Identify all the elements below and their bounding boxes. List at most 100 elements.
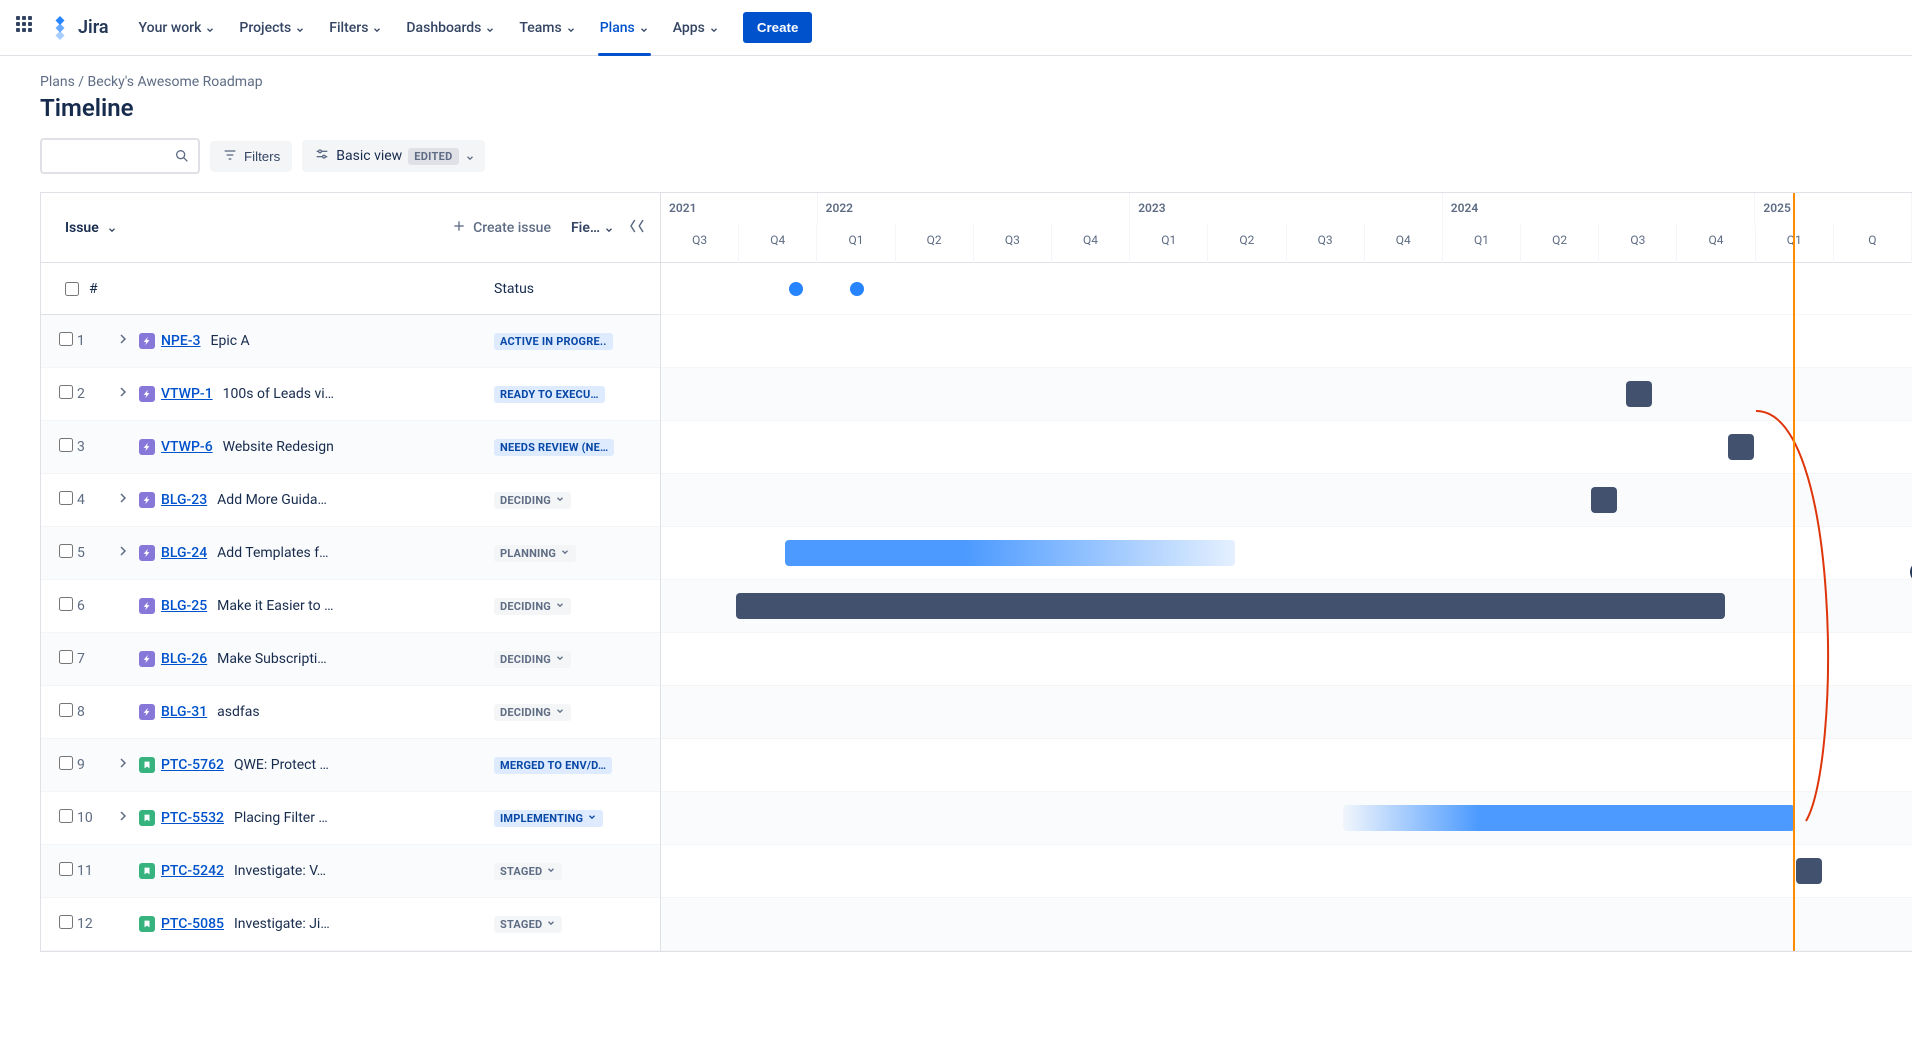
fields-dropdown[interactable]: Fie… [571, 220, 614, 236]
status-column-header: Status [490, 281, 660, 297]
breadcrumb-plan-name[interactable]: Becky's Awesome Roadmap [88, 74, 263, 90]
nav-apps[interactable]: Apps [663, 12, 729, 44]
row-checkbox[interactable] [59, 915, 73, 929]
issue-summary: QWE: Protect … [234, 757, 482, 773]
row-checkbox[interactable] [59, 491, 73, 505]
issue-summary: Make Subscripti… [217, 651, 482, 667]
status-lozenge[interactable]: NEEDS REVIEW (NE… [494, 439, 614, 456]
table-row: 4 BLG-23 Add More Guida… DECIDING [41, 474, 660, 527]
issue-key-link[interactable]: PTC-5532 [161, 810, 224, 826]
chevron-down-icon [604, 223, 614, 233]
nav-your-work[interactable]: Your work [129, 12, 226, 44]
row-checkbox[interactable] [59, 438, 73, 452]
row-checkbox[interactable] [59, 809, 73, 823]
chevron-down-icon [587, 812, 597, 825]
story-icon [139, 810, 161, 826]
row-checkbox[interactable] [59, 597, 73, 611]
timeline-body [661, 263, 1912, 951]
release-marker[interactable] [850, 282, 864, 296]
row-checkbox[interactable] [59, 756, 73, 770]
issue-key-link[interactable]: BLG-24 [161, 545, 207, 561]
chevron-down-icon [566, 23, 576, 33]
row-number: 6 [77, 598, 117, 614]
row-checkbox[interactable] [59, 385, 73, 399]
status-lozenge[interactable]: PLANNING [494, 545, 576, 562]
row-checkbox[interactable] [59, 650, 73, 664]
status-lozenge[interactable]: READY TO EXECU… [494, 386, 605, 403]
chevron-down-icon [555, 706, 565, 719]
status-lozenge[interactable]: MERGED TO ENV/D… [494, 757, 612, 774]
plus-icon [451, 218, 467, 238]
create-issue-button[interactable]: Create issue [451, 218, 551, 238]
row-checkbox[interactable] [59, 703, 73, 717]
timeline-block[interactable] [1728, 434, 1754, 460]
status-lozenge[interactable]: STAGED [494, 863, 562, 880]
epic-icon [139, 598, 161, 614]
row-number: 1 [77, 333, 117, 349]
expand-icon[interactable] [117, 386, 139, 402]
status-lozenge[interactable]: DECIDING [494, 492, 571, 509]
create-button[interactable]: Create [743, 12, 813, 43]
collapse-columns-icon[interactable] [628, 217, 646, 239]
view-picker[interactable]: Basic view EDITED [302, 140, 484, 172]
jira-logo[interactable]: Jira [48, 16, 109, 40]
row-checkbox[interactable] [59, 544, 73, 558]
nav-dashboards[interactable]: Dashboards [396, 12, 505, 44]
timeline-bar[interactable] [785, 540, 1235, 566]
release-marker[interactable] [789, 282, 803, 296]
issue-key-link[interactable]: BLG-31 [161, 704, 207, 720]
status-lozenge[interactable]: STAGED [494, 916, 562, 933]
timeline-bar[interactable] [736, 593, 1725, 619]
filters-button[interactable]: Filters [210, 141, 292, 172]
status-lozenge[interactable]: IMPLEMENTING [494, 810, 603, 827]
issue-column-header[interactable]: Issue [41, 220, 301, 236]
status-lozenge[interactable]: ACTIVE IN PROGRE.. [494, 333, 613, 350]
row-number: 7 [77, 651, 117, 667]
breadcrumb-plans[interactable]: Plans [40, 74, 75, 90]
quarter-cell: Q4 [1677, 225, 1755, 263]
timeline-block[interactable] [1626, 381, 1652, 407]
nav-filters[interactable]: Filters [319, 12, 392, 44]
issue-key-link[interactable]: VTWP-1 [161, 386, 213, 402]
timeline-row [661, 527, 1912, 580]
app-switcher-icon[interactable] [16, 16, 40, 40]
issue-key-link[interactable]: PTC-5242 [161, 863, 224, 879]
timeline-block[interactable] [1591, 487, 1617, 513]
issue-summary: 100s of Leads vi… [223, 386, 482, 402]
expand-icon[interactable] [117, 333, 139, 349]
status-lozenge[interactable]: DECIDING [494, 704, 571, 721]
issue-key-link[interactable]: PTC-5762 [161, 757, 224, 773]
issue-key-link[interactable]: BLG-25 [161, 598, 207, 614]
timeline-bar[interactable] [1343, 805, 1795, 831]
nav-plans[interactable]: Plans [590, 12, 659, 44]
table-row: 6 BLG-25 Make it Easier to … DECIDING [41, 580, 660, 633]
status-lozenge[interactable]: DECIDING [494, 651, 571, 668]
row-checkbox[interactable] [59, 862, 73, 876]
quarter-cell: Q2 [1521, 225, 1599, 263]
search-input[interactable] [52, 140, 168, 172]
expand-icon[interactable] [117, 757, 139, 773]
row-number: 9 [77, 757, 117, 773]
nav-teams[interactable]: Teams [509, 12, 585, 44]
nav-projects[interactable]: Projects [229, 12, 315, 44]
timeline-row [661, 315, 1912, 368]
issue-key-link[interactable]: NPE-3 [161, 333, 201, 349]
issue-key-link[interactable]: PTC-5085 [161, 916, 224, 932]
expand-icon[interactable] [117, 810, 139, 826]
quarter-cell: Q4 [1052, 225, 1130, 263]
issue-key-link[interactable]: BLG-26 [161, 651, 207, 667]
status-lozenge[interactable]: DECIDING [494, 598, 571, 615]
issue-key-link[interactable]: VTWP-6 [161, 439, 213, 455]
quarter-cell: Q4 [1365, 225, 1443, 263]
top-nav: Jira Your workProjectsFiltersDashboardsT… [0, 0, 1912, 56]
row-number: 12 [77, 916, 117, 932]
issue-list-header: Issue Create issue Fie… [41, 193, 660, 263]
select-all-checkbox[interactable] [65, 282, 79, 296]
timeline-block[interactable] [1796, 858, 1822, 884]
issue-key-link[interactable]: BLG-23 [161, 492, 207, 508]
expand-icon[interactable] [117, 545, 139, 561]
row-number: 2 [77, 386, 117, 402]
expand-icon[interactable] [117, 492, 139, 508]
row-checkbox[interactable] [59, 332, 73, 346]
quarter-cell: Q [1834, 225, 1912, 263]
